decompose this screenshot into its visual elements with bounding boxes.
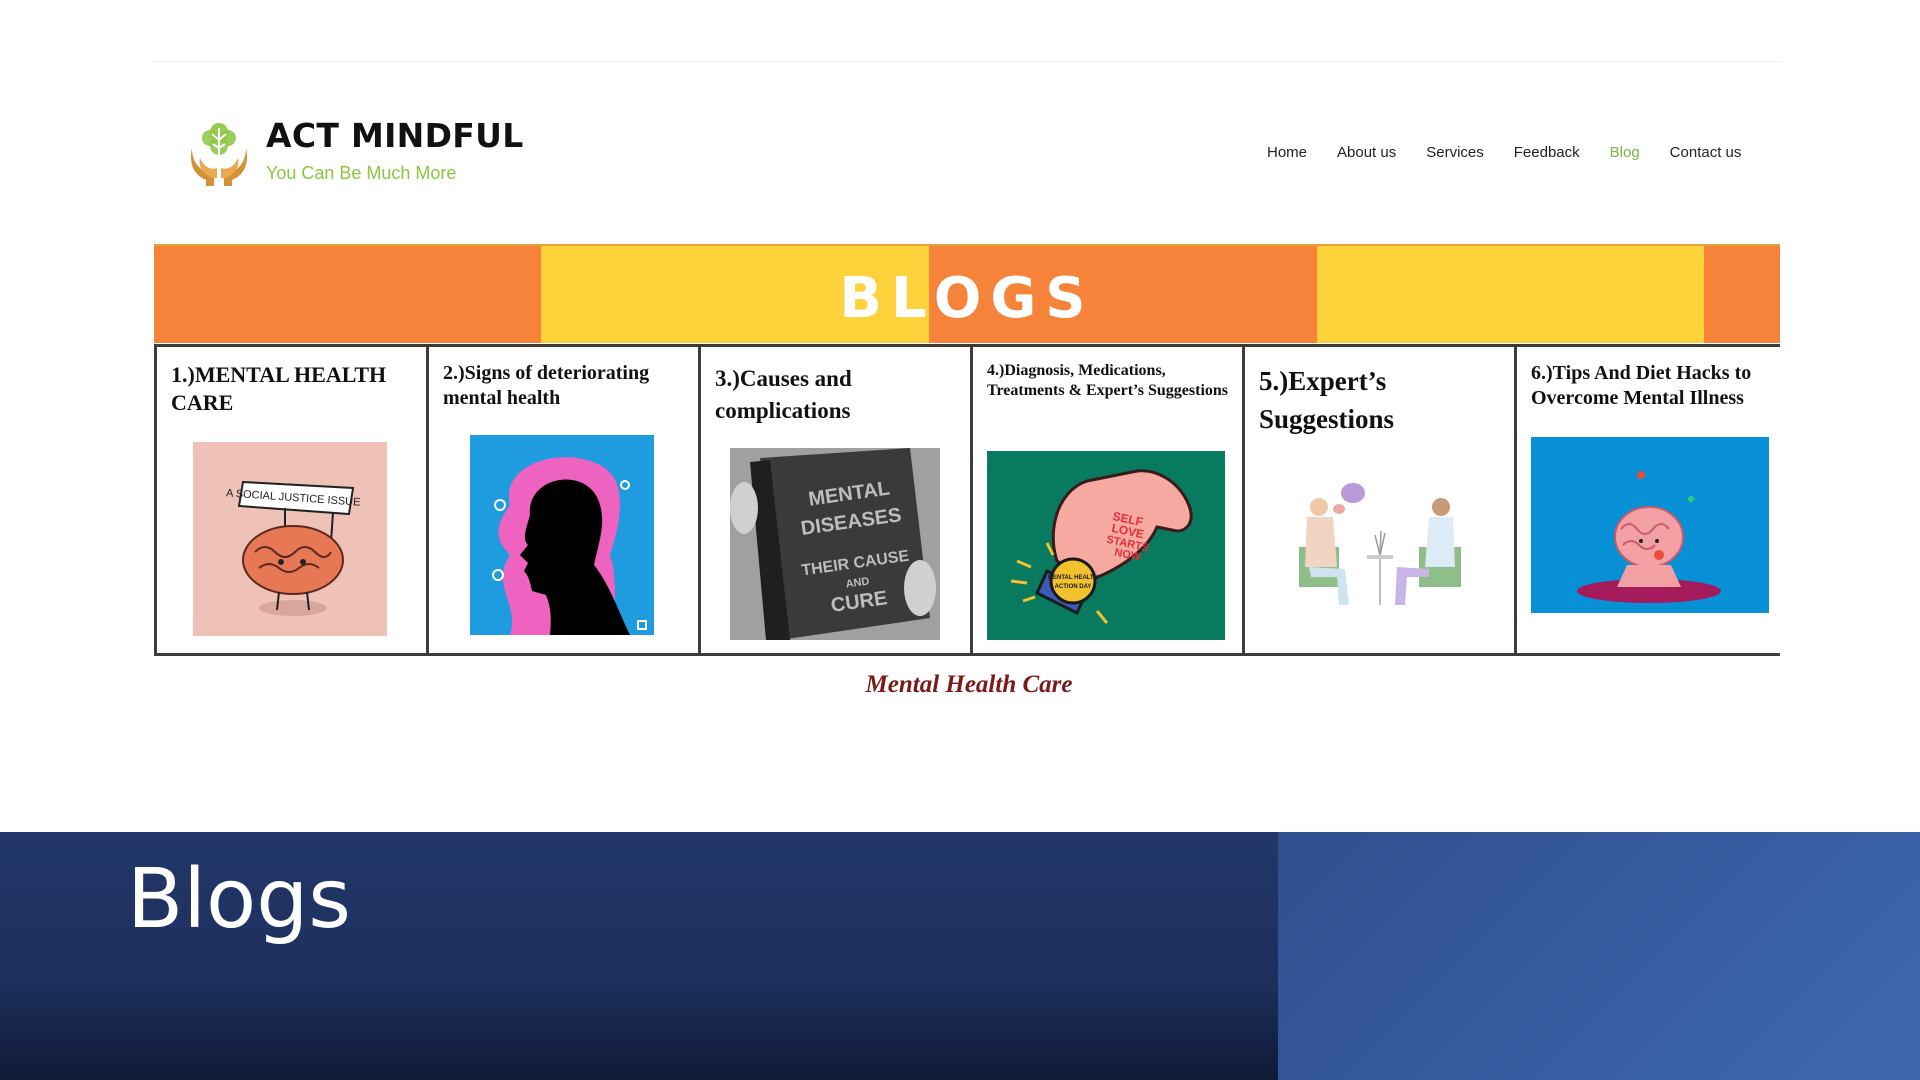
blog-card-signs[interactable]: 2.)Signs of deteriorating mental health [426, 347, 698, 653]
blogs-banner: BLOGS [154, 244, 1780, 343]
brain-with-sign-image[interactable]: A SOCIAL JUSTICE ISSUE [193, 442, 387, 636]
main-nav: Home About us Services Feedback Blog Con… [1267, 144, 1741, 161]
card-title[interactable]: 5.)Expert’s Suggestions [1259, 363, 1509, 439]
card-title[interactable]: 3.)Causes and complications [715, 363, 965, 427]
nav-contact-us[interactable]: Contact us [1670, 144, 1742, 161]
blog-card-tips-diet[interactable]: 6.)Tips And Diet Hacks to Overcome Menta… [1514, 347, 1780, 653]
blog-card-expert-suggestions[interactable]: 5.)Expert’s Suggestions [1242, 347, 1514, 653]
brand-title[interactable]: ACT MINDFUL [266, 116, 524, 155]
nav-about-us[interactable]: About us [1337, 144, 1396, 161]
blog-card-mental-health-care[interactable]: 1.)MENTAL HEALTH CARE A SOCIAL JUSTICE I… [154, 347, 426, 653]
brand-tagline: You Can Be Much More [266, 163, 457, 183]
slide-title-bar: Blogs [0, 832, 1920, 1080]
two-women-talking-image[interactable] [1289, 477, 1473, 617]
slide-title: Blogs [127, 852, 351, 947]
nav-feedback[interactable]: Feedback [1514, 144, 1580, 161]
card-title[interactable]: 6.)Tips And Diet Hacks to Overcome Menta… [1531, 361, 1780, 411]
self-love-hand-image[interactable]: SELF LOVE STARTS NOW MENTAL HEALTH ACTIO… [987, 451, 1225, 640]
watch-text: ACTION DAY [1055, 584, 1092, 590]
nav-home[interactable]: Home [1267, 144, 1307, 161]
blog-cards: 1.)MENTAL HEALTH CARE A SOCIAL JUSTICE I… [154, 344, 1780, 656]
nav-blog[interactable]: Blog [1610, 144, 1640, 161]
card-title[interactable]: 4.)Diagnosis, Medications, Treatments & … [987, 361, 1237, 401]
card-title[interactable]: 1.)MENTAL HEALTH CARE [171, 361, 421, 416]
nav-services[interactable]: Services [1426, 144, 1484, 161]
card-title[interactable]: 2.)Signs of deteriorating mental health [443, 361, 693, 411]
blog-card-causes[interactable]: 3.)Causes and complications MENTAL DISEA… [698, 347, 970, 653]
top-divider [153, 61, 1780, 62]
banner-title: BLOGS [839, 266, 1095, 331]
card-caption: Mental Health Care [865, 671, 1073, 698]
head-silhouette-image[interactable] [470, 435, 654, 635]
lotus-hands-logo-icon[interactable] [186, 118, 252, 188]
meditating-brain-image[interactable] [1531, 437, 1769, 613]
blog-card-diagnosis[interactable]: 4.)Diagnosis, Medications, Treatments & … [970, 347, 1242, 653]
mental-diseases-book-image[interactable]: MENTAL DISEASES THEIR CAUSE AND CURE [730, 448, 940, 640]
watch-text: MENTAL HEALTH [1048, 575, 1098, 581]
slide-bar-accent [1278, 832, 1920, 1080]
